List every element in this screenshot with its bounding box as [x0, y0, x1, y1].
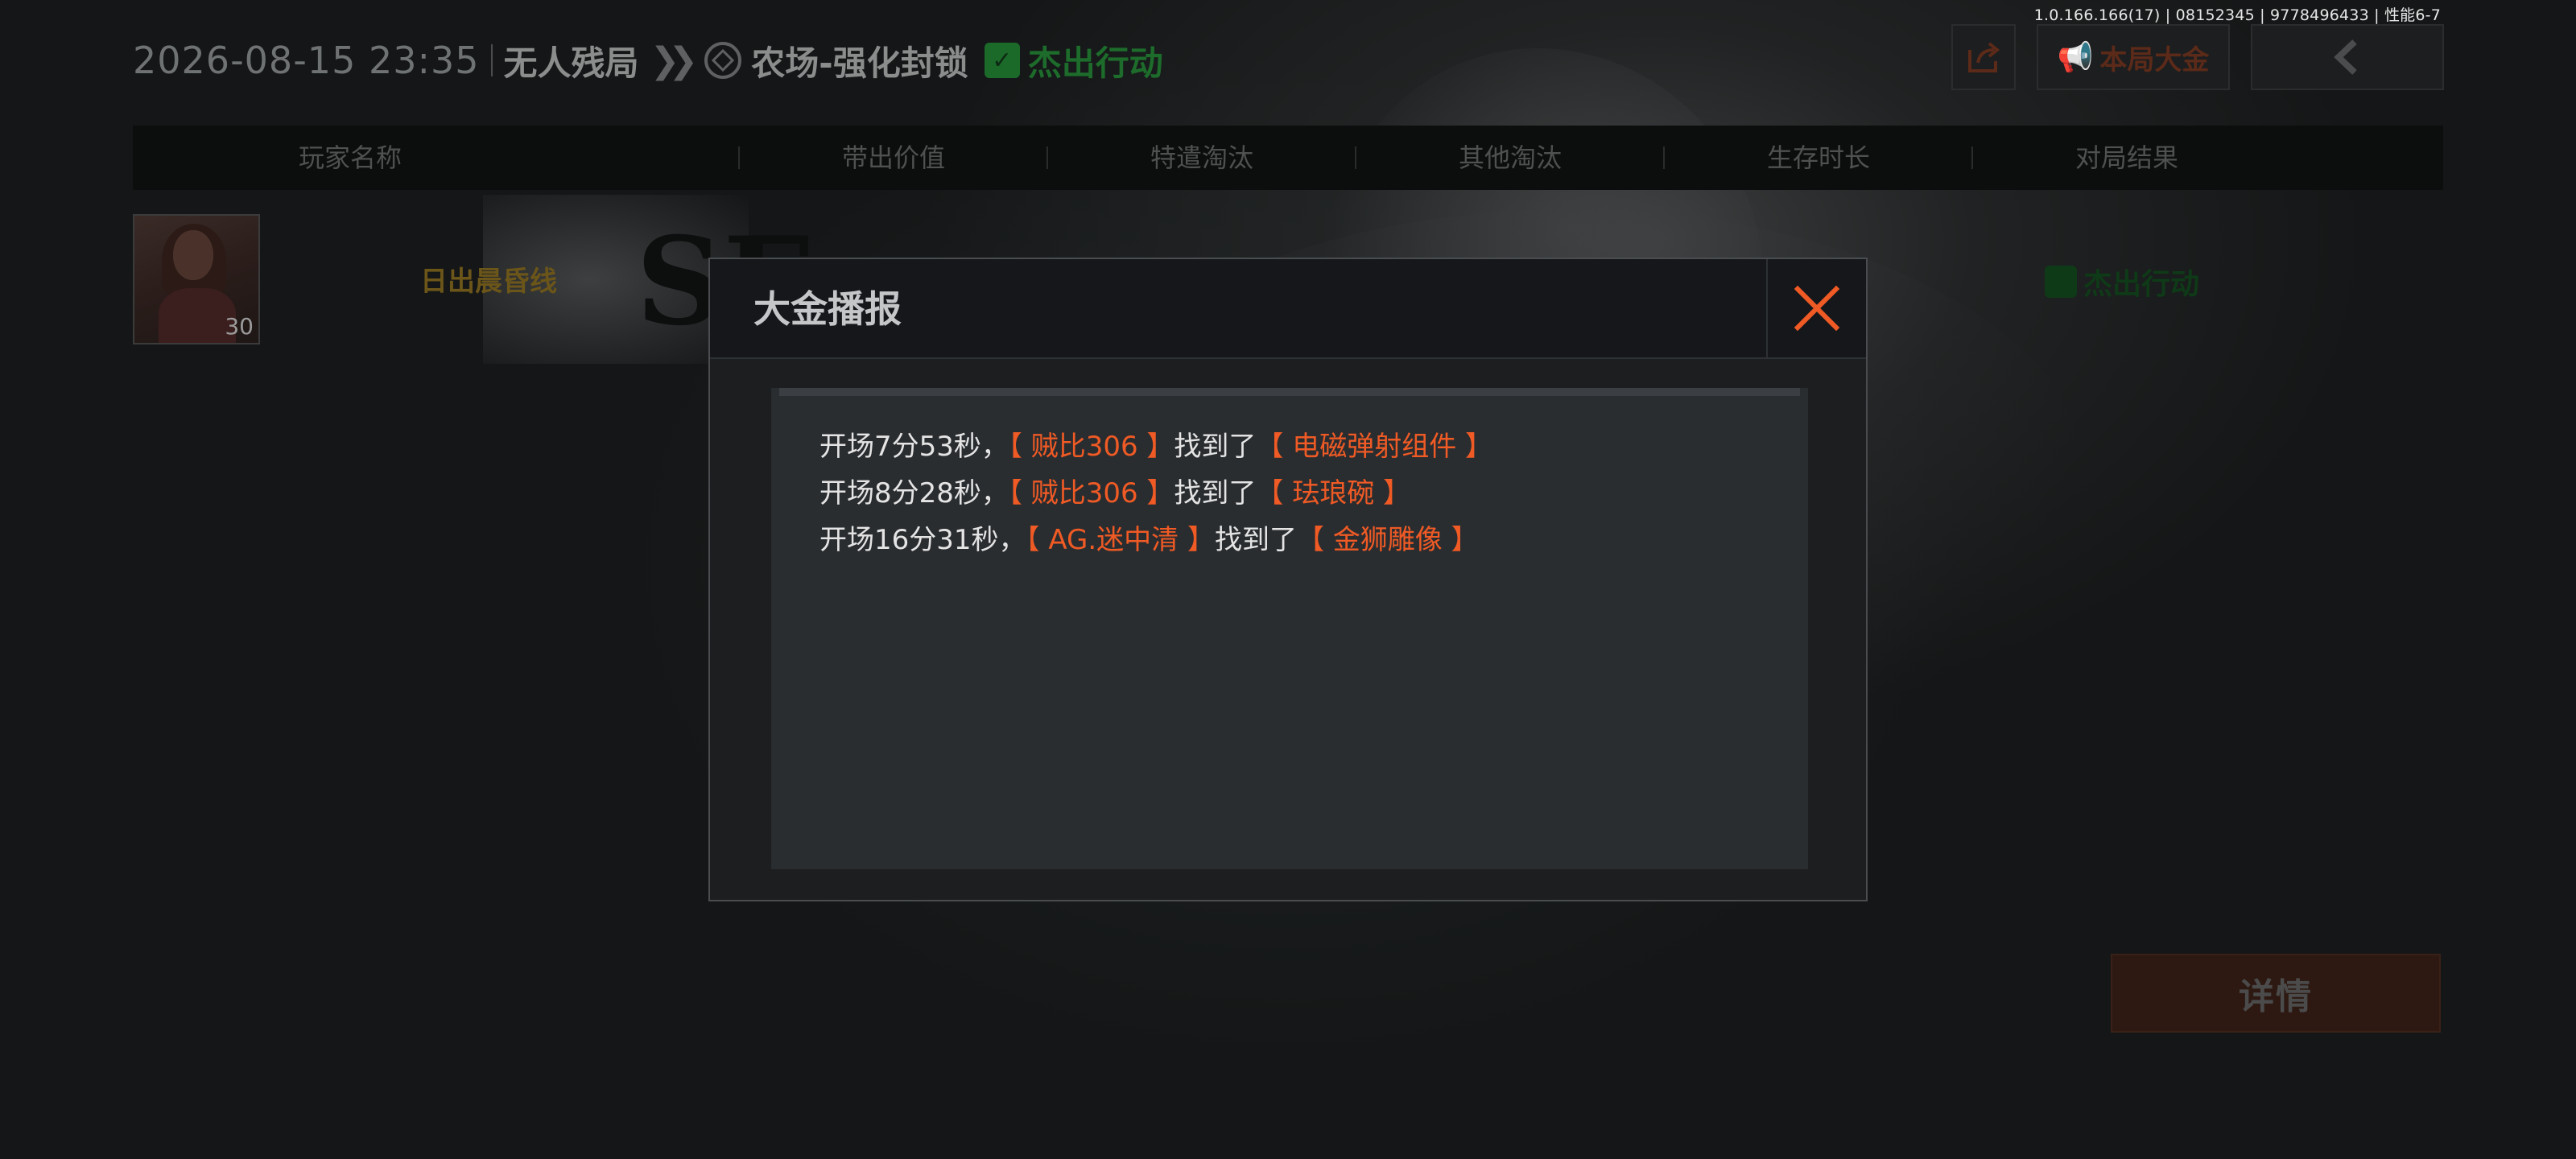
broadcast-entries: 开场7分53秒，【 贼比306 】找到了【 电磁弹射组件 】 开场8分28秒，【…: [819, 423, 1492, 563]
avatar-face: [173, 230, 213, 280]
share-button[interactable]: [1951, 24, 2016, 90]
header-special-kills: 特遣淘汰: [1150, 142, 1253, 173]
entry-found: 找到了: [1174, 477, 1257, 509]
map-icon: [704, 42, 742, 79]
match-map: 农场-强化封锁: [751, 43, 968, 83]
match-mode: 无人残局: [503, 43, 639, 83]
divider: [1663, 146, 1665, 169]
entry-item: 【 珐琅碗 】: [1256, 477, 1411, 509]
list-item: 开场16分31秒，【 AG.迷中清 】找到了【 金狮雕像 】: [819, 517, 1492, 563]
entry-player: 【 AG.迷中清 】: [1026, 524, 1215, 556]
modal-title: 大金播报: [753, 287, 902, 331]
panel-edge: [779, 388, 1800, 396]
back-button[interactable]: [2251, 24, 2444, 90]
match-gold-label: 本局大金: [2099, 43, 2210, 76]
table-header: 玩家名称 带出价值 特遣淘汰 其他淘汰 生存时长 对局结果: [133, 126, 2443, 190]
list-item: 开场8分28秒，【 贼比306 】找到了【 珐琅碗 】: [819, 470, 1492, 517]
header-extract-value: 带出价值: [841, 142, 945, 173]
player-name: 日出晨昏线: [420, 266, 557, 298]
match-status: 杰出行动: [1027, 43, 1163, 83]
header-player-name: 玩家名称: [298, 142, 402, 173]
double-chevron-icon: ❯❯: [650, 39, 699, 81]
divider: [490, 44, 493, 76]
version-info: 1.0.166.166(17) | 08152345 | 9778496433 …: [2033, 6, 2441, 24]
chevron-left-icon: [2334, 39, 2357, 75]
match-gold-button[interactable]: 📢 本局大金: [2037, 24, 2230, 90]
status-check-icon: ✓: [984, 43, 1020, 78]
entry-found: 找到了: [1174, 431, 1257, 463]
close-icon: [1794, 285, 1840, 332]
divider: [738, 146, 740, 169]
close-button[interactable]: [1766, 259, 1866, 357]
divider: [1971, 146, 1973, 169]
detail-button[interactable]: 详情: [2111, 954, 2441, 1033]
entry-item: 【 电磁弹射组件 】: [1256, 431, 1493, 463]
share-icon: [1968, 42, 2000, 72]
entry-player: 【 贼比306 】: [1008, 431, 1174, 463]
divider: [1355, 146, 1356, 169]
divider: [1046, 146, 1048, 169]
entry-found: 找到了: [1214, 524, 1297, 556]
header-match-result: 对局结果: [2074, 142, 2178, 173]
entry-player: 【 贼比306 】: [1008, 477, 1174, 509]
broadcast-list: 开场7分53秒，【 贼比306 】找到了【 电磁弹射组件 】 开场8分28秒，【…: [771, 388, 1808, 869]
gold-broadcast-modal: 大金播报 开场7分53秒，【 贼比306 】找到了【 电磁弹射组件 】 开场8分…: [708, 258, 1868, 901]
header-survival-time: 生存时长: [1766, 142, 1870, 173]
entry-time: 开场16分31秒，: [819, 524, 1026, 556]
player-level: 30: [225, 313, 254, 340]
player-result: 杰出行动: [2083, 268, 2200, 301]
match-info-bar: 2026-08-15 23:35 无人残局 ❯❯ 农场-强化封锁 ✓ 杰出行动: [133, 32, 1163, 89]
entry-time: 开场8分28秒，: [819, 477, 1009, 509]
match-datetime: 2026-08-15 23:35: [133, 39, 480, 82]
entry-time: 开场7分53秒，: [819, 431, 1009, 463]
avatar[interactable]: 30: [133, 214, 260, 344]
modal-header: 大金播报: [710, 259, 1866, 359]
list-item: 开场7分53秒，【 贼比306 】找到了【 电磁弹射组件 】: [819, 423, 1492, 470]
result-check-icon: [2045, 266, 2077, 298]
entry-item: 【 金狮雕像 】: [1296, 524, 1479, 556]
megaphone-icon: 📢: [2057, 41, 2094, 74]
header-other-kills: 其他淘汰: [1458, 142, 1562, 173]
